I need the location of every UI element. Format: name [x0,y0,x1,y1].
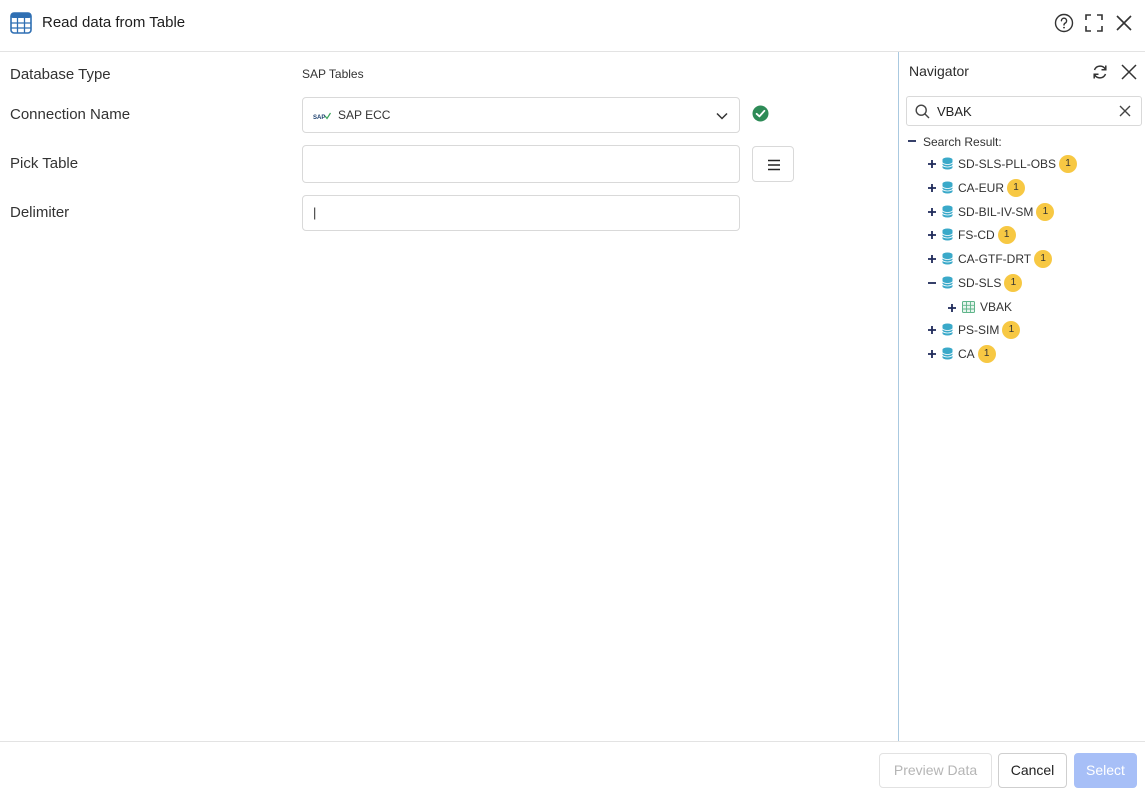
expand-icon[interactable] [927,349,937,359]
help-circle-icon[interactable] [1053,12,1075,34]
close-icon[interactable] [1113,12,1135,34]
tree-node-label: CA 1 [958,345,996,364]
navigator-search-input[interactable]: VBAK [906,96,1142,126]
count-badge: 1 [1034,250,1053,268]
tree-node-label: SD-BIL-IV-SM 1 [958,203,1055,222]
tree-node-label: PS-SIM 1 [958,321,1021,340]
tree-child-label: VBAK [980,300,1013,314]
database-icon [942,252,953,265]
tree-node-text: PS-SIM [958,323,1000,338]
database-type-value: SAP Tables [302,67,364,81]
collapse-icon[interactable] [927,278,937,288]
tree-node-text: CA [958,347,975,362]
navigator-search-value: VBAK [937,104,972,119]
expand-icon[interactable] [927,254,937,264]
dialog-header: Read data from Table [0,0,1145,52]
cancel-button[interactable]: Cancel [998,753,1067,788]
form-panel: Database Type SAP Tables Connection Name… [0,52,898,741]
close-icon[interactable] [1119,62,1139,82]
tree-node-text: SD-SLS [958,276,1002,291]
database-icon [942,205,953,218]
expand-icon[interactable] [927,207,937,217]
tree-node-label: SD-SLS 1 [958,274,1023,293]
expand-icon[interactable] [927,159,937,169]
connection-status-check-icon [752,105,769,122]
count-badge: 1 [1004,274,1023,292]
tree-node-text: SD-SLS-PLL-OBS [958,157,1057,172]
collapse-icon[interactable] [907,136,917,146]
count-badge: 1 [1007,179,1026,197]
refresh-icon[interactable] [1090,62,1110,82]
menu-icon [768,159,780,171]
database-icon [942,323,953,336]
database-icon [942,347,953,360]
svg-text:SAP: SAP [313,115,325,121]
database-icon [942,157,953,170]
tree-node-label: CA-GTF-DRT 1 [958,250,1053,269]
database-icon [942,228,953,241]
tree-node-label: CA-EUR 1 [958,179,1026,198]
tree-root-label: Search Result: [923,135,1002,149]
select-button[interactable]: Select [1074,753,1137,788]
tree-node-text: CA-EUR [958,181,1005,196]
count-badge: 1 [1059,155,1078,173]
count-badge: 1 [1002,321,1021,339]
connection-name-select[interactable]: SAP SAP ECC [302,97,740,133]
clear-search-icon[interactable] [1119,105,1131,117]
search-icon [915,104,930,119]
expand-icon[interactable] [947,303,957,313]
delimiter-label: Delimiter [10,204,70,221]
connection-name-label: Connection Name [10,106,131,123]
database-icon [942,276,953,289]
pick-table-label: Pick Table [10,155,79,172]
table-grid-icon [10,12,32,34]
database-type-label: Database Type [10,66,111,83]
expand-icon[interactable] [927,325,937,335]
navigator-panel: Navigator VBAK Search Result: SD-SLS-PLL… [898,52,1145,741]
expand-icon[interactable] [927,183,937,193]
sap-logo: SAP [313,112,331,121]
tree-node-label: FS-CD 1 [958,226,1016,245]
tree-node-text: FS-CD [958,228,995,243]
pick-table-input[interactable] [302,145,740,183]
delimiter-input[interactable]: | [302,195,740,231]
table-icon [962,301,975,313]
tree-node-text: SD-BIL-IV-SM [958,205,1034,220]
dialog-title: Read data from Table [42,14,186,31]
expand-icon[interactable] [927,230,937,240]
chevron-down-icon [716,112,728,120]
connection-name-value: SAP ECC [338,108,391,122]
tree-node-label: SD-SLS-PLL-OBS 1 [958,155,1078,174]
count-badge: 1 [997,226,1016,244]
tree-node-text: CA-GTF-DRT [958,252,1032,267]
count-badge: 1 [977,345,996,363]
navigator-title: Navigator [909,63,969,79]
delimiter-value: | [313,205,317,220]
database-icon [942,181,953,194]
dialog-footer: Preview Data Cancel Select [0,741,1145,798]
count-badge: 1 [1036,203,1055,221]
preview-data-button[interactable]: Preview Data [879,753,992,788]
maximize-icon[interactable] [1083,12,1105,34]
pick-table-browse-button[interactable] [752,146,794,182]
